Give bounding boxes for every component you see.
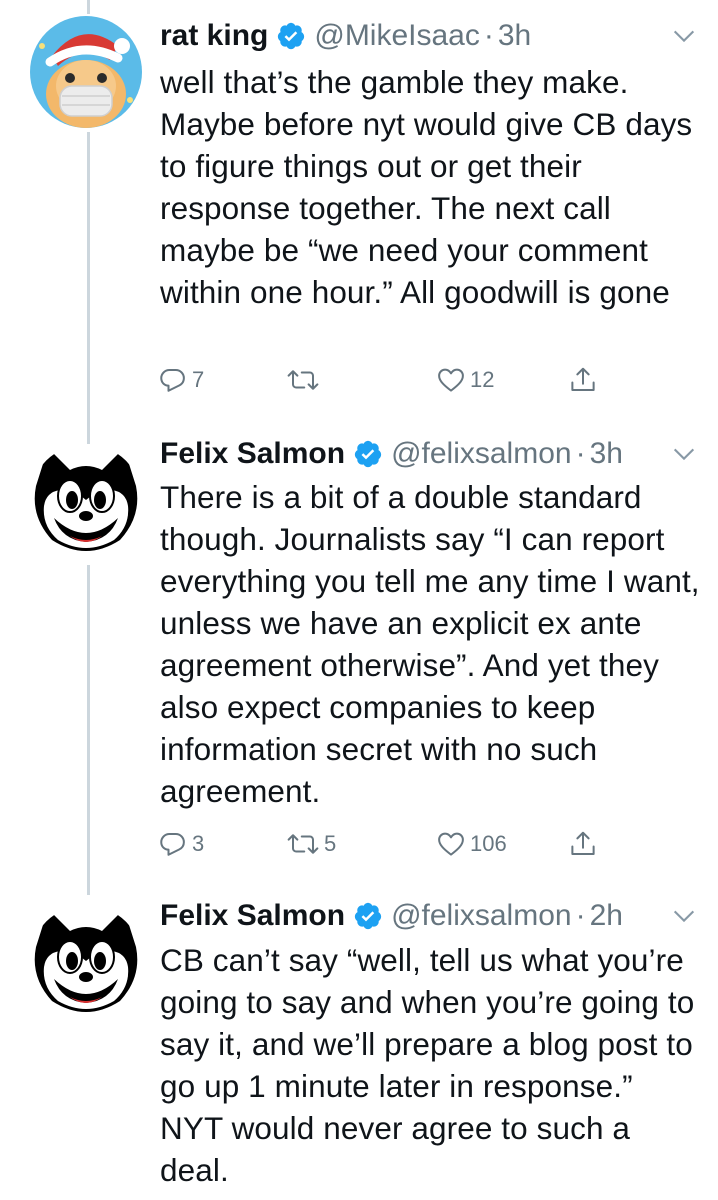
reply-button[interactable]: 3 — [158, 826, 204, 862]
felix-the-cat-avatar-icon — [30, 444, 142, 556]
reply-button[interactable]: 7 — [158, 362, 204, 398]
felix-the-cat-avatar-icon — [30, 905, 142, 1017]
tweet[interactable]: rat king @MikeIsaac · 3h well that’s the… — [0, 0, 718, 430]
reply-count: 7 — [192, 367, 205, 392]
separator: · — [483, 19, 494, 52]
avatar[interactable] — [30, 905, 142, 1017]
tweet-text: There is a bit of a double standard thou… — [160, 479, 700, 809]
verified-badge-icon — [354, 902, 382, 930]
share-button[interactable] — [568, 826, 598, 862]
retweet-button[interactable]: 5 — [286, 826, 336, 862]
display-name[interactable]: rat king — [160, 16, 268, 56]
verified-badge-icon — [278, 22, 305, 50]
share-icon — [571, 367, 595, 391]
like-button[interactable]: 106 — [436, 826, 507, 862]
retweet-button[interactable] — [286, 362, 324, 398]
share-button[interactable] — [568, 362, 598, 398]
tweet-header: rat king @MikeIsaac · 3h — [160, 16, 698, 56]
separator: · — [575, 437, 586, 470]
like-count: 106 — [470, 831, 507, 856]
reply-icon — [160, 833, 185, 856]
reply-count: 3 — [192, 831, 205, 856]
tweet-actions: 3 5 106 — [158, 826, 608, 862]
like-count: 12 — [470, 367, 495, 392]
retweet-icon — [287, 370, 319, 390]
timestamp[interactable]: 2h — [590, 896, 623, 936]
handle[interactable]: @felixsalmon — [391, 434, 572, 474]
display-name[interactable]: Felix Salmon — [160, 896, 345, 936]
display-name[interactable]: Felix Salmon — [160, 434, 345, 474]
reply-icon — [160, 369, 185, 392]
share-icon — [571, 831, 595, 855]
like-icon — [438, 832, 464, 856]
separator: · — [575, 899, 586, 932]
chevron-down-icon[interactable] — [670, 22, 698, 50]
like-button[interactable]: 12 — [436, 362, 494, 398]
retweet-icon — [287, 834, 319, 854]
chevron-down-icon[interactable] — [670, 440, 698, 468]
tweet-text: CB can’t say “well, tell us what you’re … — [160, 942, 695, 1188]
timestamp[interactable]: 3h — [590, 434, 623, 474]
avatar[interactable] — [30, 444, 142, 556]
tweet[interactable]: Felix Salmon @felixsalmon · 2h CB can’t … — [0, 895, 718, 1200]
handle[interactable]: @MikeIsaac — [314, 16, 480, 56]
tweet[interactable]: Felix Salmon @felixsalmon · 3h There is … — [0, 430, 718, 895]
like-icon — [438, 368, 464, 392]
hamster-santa-avatar-icon — [30, 16, 142, 128]
tweet-header: Felix Salmon @felixsalmon · 2h — [160, 896, 698, 936]
avatar[interactable] — [30, 16, 142, 128]
handle[interactable]: @felixsalmon — [391, 896, 572, 936]
tweet-header: Felix Salmon @felixsalmon · 3h — [160, 434, 698, 474]
verified-badge-icon — [354, 440, 382, 468]
retweet-count: 5 — [324, 831, 337, 856]
timestamp[interactable]: 3h — [498, 16, 531, 56]
tweet-text: well that’s the gamble they make. Maybe … — [160, 64, 693, 310]
chevron-down-icon[interactable] — [670, 902, 698, 930]
tweet-actions: 7 12 — [158, 362, 608, 398]
